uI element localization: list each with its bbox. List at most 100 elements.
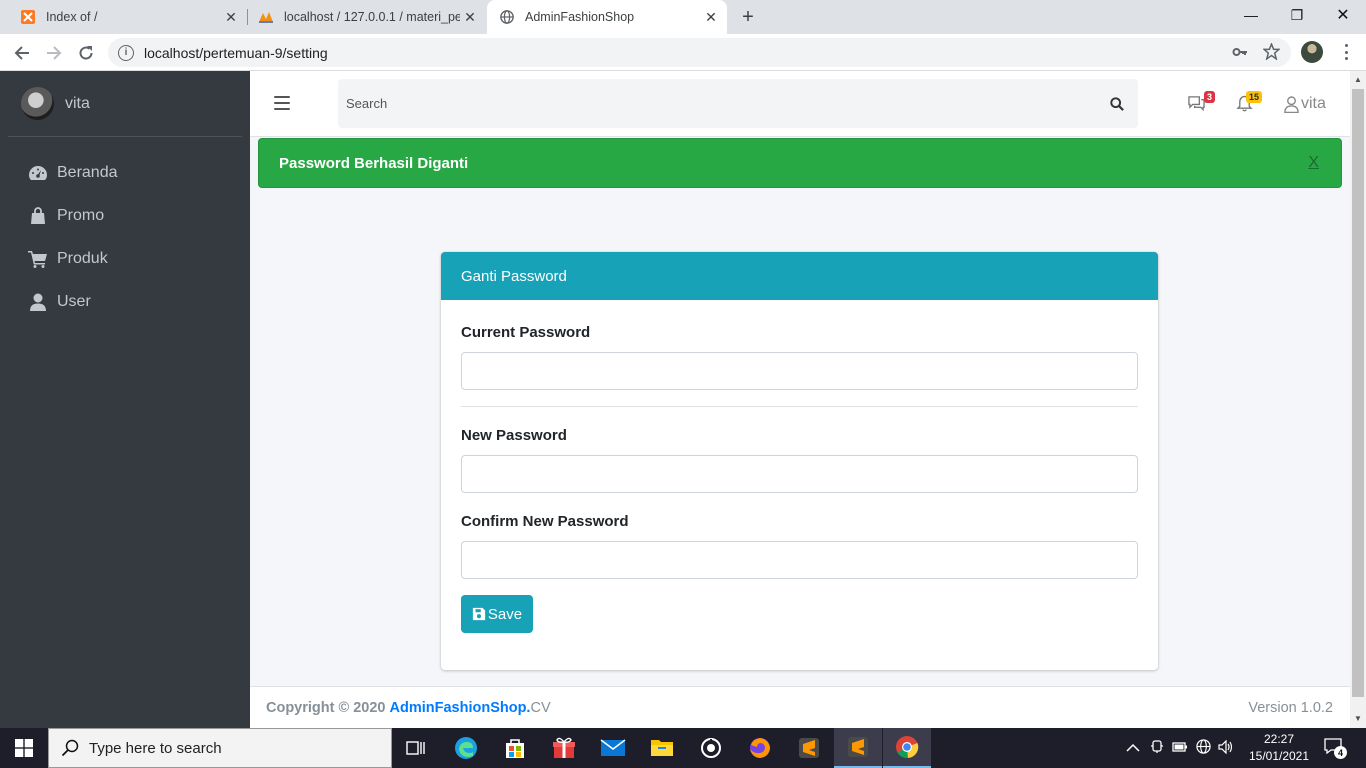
confirm-password-label: Confirm New Password <box>461 513 629 530</box>
site-info-icon[interactable]: i <box>118 44 134 61</box>
microsoft-store-icon[interactable] <box>491 728 539 768</box>
brand-link[interactable]: AdminFashionShop. <box>390 700 531 716</box>
tachometer-icon <box>29 165 47 180</box>
taskbar-clock[interactable]: 22:27 15/01/2021 <box>1244 731 1314 765</box>
task-view-icon[interactable] <box>392 728 440 768</box>
scrollbar-thumb[interactable] <box>1352 89 1364 697</box>
user-menu[interactable]: vita <box>1284 95 1326 113</box>
close-tab-icon[interactable]: ✕ <box>701 7 721 27</box>
sidebar-item-beranda[interactable]: Beranda <box>0 151 250 194</box>
new-password-label: New Password <box>461 427 567 444</box>
notifications-badge: 15 <box>1245 91 1262 103</box>
sidebar-user-name[interactable]: vita <box>65 95 90 113</box>
clock-time: 22:27 <box>1263 732 1295 746</box>
notification-count-badge: 4 <box>1334 746 1347 759</box>
sidebar-item-label: Beranda <box>57 163 118 181</box>
reload-button[interactable] <box>73 40 99 66</box>
close-window-button[interactable]: ✕ <box>1320 0 1366 30</box>
edge-browser-icon[interactable] <box>442 728 490 768</box>
save-button[interactable]: Save <box>461 595 533 633</box>
menu-toggle-icon[interactable] <box>274 96 290 110</box>
scroll-down-icon[interactable]: ▼ <box>1354 714 1362 723</box>
chevron-up-icon[interactable] <box>1126 741 1140 756</box>
taskbar-search-placeholder: Type here to search <box>89 739 222 757</box>
sidebar-user-panel[interactable]: vita <box>8 71 242 137</box>
globe-icon <box>499 9 515 25</box>
browser-tab-index[interactable]: Index of / ✕ <box>0 0 247 34</box>
sidebar-item-label: Promo <box>57 206 105 224</box>
current-password-label: Current Password <box>461 324 591 341</box>
search-button[interactable] <box>1102 89 1132 119</box>
bookmark-star-icon[interactable] <box>1262 42 1281 64</box>
restore-window-button[interactable]: ❐ <box>1274 0 1320 30</box>
action-center-button[interactable]: 4 <box>1324 738 1347 759</box>
browser-profile-avatar[interactable] <box>1301 41 1323 63</box>
sublime-text-icon[interactable] <box>785 728 833 768</box>
current-password-input[interactable] <box>461 352 1138 390</box>
browser-tab-bar: Index of / ✕ localhost / 127.0.0.1 / mat… <box>0 0 1366 34</box>
windows-taskbar: Type here to search 22:27 15/01/2021 4 <box>0 728 1366 768</box>
alert-close-button[interactable]: X <box>1308 154 1319 172</box>
new-tab-button[interactable]: + <box>736 5 760 29</box>
sidebar-item-promo[interactable]: Promo <box>0 194 250 237</box>
page-scrollbar[interactable]: ▲ ▼ <box>1350 71 1366 728</box>
windows-logo-icon <box>15 739 33 757</box>
key-icon[interactable] <box>1232 44 1248 64</box>
browser-menu-button[interactable] <box>1336 42 1356 62</box>
version-text: Version 1.0.2 <box>1248 699 1333 716</box>
page-footer: Copyright © 2020 AdminFashionShop.CV Ver… <box>250 686 1350 728</box>
back-button[interactable] <box>9 40 35 66</box>
sublime-text-window-icon[interactable] <box>834 728 882 768</box>
url-bar[interactable]: i localhost/pertemuan-9/setting <box>108 38 1291 67</box>
navbar-user-name: vita <box>1301 95 1326 112</box>
close-tab-icon[interactable]: ✕ <box>460 7 480 27</box>
device-icon[interactable] <box>1150 739 1164 757</box>
arrow-left-icon <box>14 46 29 60</box>
firefox-icon[interactable] <box>736 728 784 768</box>
browser-tab-phpmyadmin[interactable]: localhost / 127.0.0.1 / materi_pem ✕ <box>248 0 486 34</box>
confirm-password-input[interactable] <box>461 541 1138 579</box>
user-icon <box>30 293 46 311</box>
network-globe-icon[interactable] <box>1196 739 1211 757</box>
chrome-icon[interactable] <box>883 728 931 768</box>
search-icon <box>61 739 79 757</box>
save-button-label: Save <box>487 605 523 623</box>
new-password-input[interactable] <box>461 455 1138 493</box>
file-explorer-icon[interactable] <box>638 728 686 768</box>
sidebar-item-label: User <box>57 292 91 310</box>
notifications-dropdown[interactable]: 15 <box>1236 91 1262 117</box>
messages-dropdown[interactable]: 3 <box>1187 91 1215 117</box>
change-password-form: Current Password New Password Confirm Ne… <box>441 300 1158 633</box>
system-tray <box>1126 728 1234 768</box>
phpmyadmin-icon <box>258 9 274 25</box>
arrow-right-icon <box>47 46 62 60</box>
success-alert: Password Berhasil Diganti X <box>258 138 1342 188</box>
media-app-icon[interactable] <box>687 728 735 768</box>
battery-icon[interactable] <box>1172 741 1188 756</box>
sidebar: vita Beranda Promo Produk User <box>0 71 250 728</box>
taskbar-search-box[interactable]: Type here to search <box>48 728 392 768</box>
volume-icon[interactable] <box>1218 739 1234 757</box>
browser-tab-adminfashionshop[interactable]: AdminFashionShop ✕ <box>487 0 727 34</box>
sidebar-item-label: Produk <box>57 249 108 267</box>
minimize-window-button[interactable]: — <box>1228 0 1274 30</box>
shopping-cart-icon <box>28 250 47 268</box>
change-password-card: Ganti Password Current Password New Pass… <box>441 252 1158 670</box>
scroll-up-icon[interactable]: ▲ <box>1354 75 1362 84</box>
messages-badge: 3 <box>1203 91 1215 103</box>
sidebar-item-produk[interactable]: Produk <box>0 237 250 280</box>
mail-icon[interactable] <box>589 728 637 768</box>
gift-app-icon[interactable] <box>540 728 588 768</box>
copyright-text: Copyright © 2020 AdminFashionShop.CV <box>266 700 551 716</box>
card-title: Ganti Password <box>441 252 1158 300</box>
search-icon <box>1110 96 1124 111</box>
forward-button[interactable] <box>41 40 67 66</box>
url-text[interactable]: localhost/pertemuan-9/setting <box>144 45 328 61</box>
shopping-bag-icon <box>31 206 45 224</box>
close-tab-icon[interactable]: ✕ <box>221 7 241 27</box>
sidebar-item-user[interactable]: User <box>0 280 250 323</box>
floppy-disk-icon <box>472 607 486 621</box>
browser-address-bar: i localhost/pertemuan-9/setting <box>0 34 1366 71</box>
search-input[interactable] <box>338 96 1102 111</box>
start-button[interactable] <box>0 728 48 768</box>
